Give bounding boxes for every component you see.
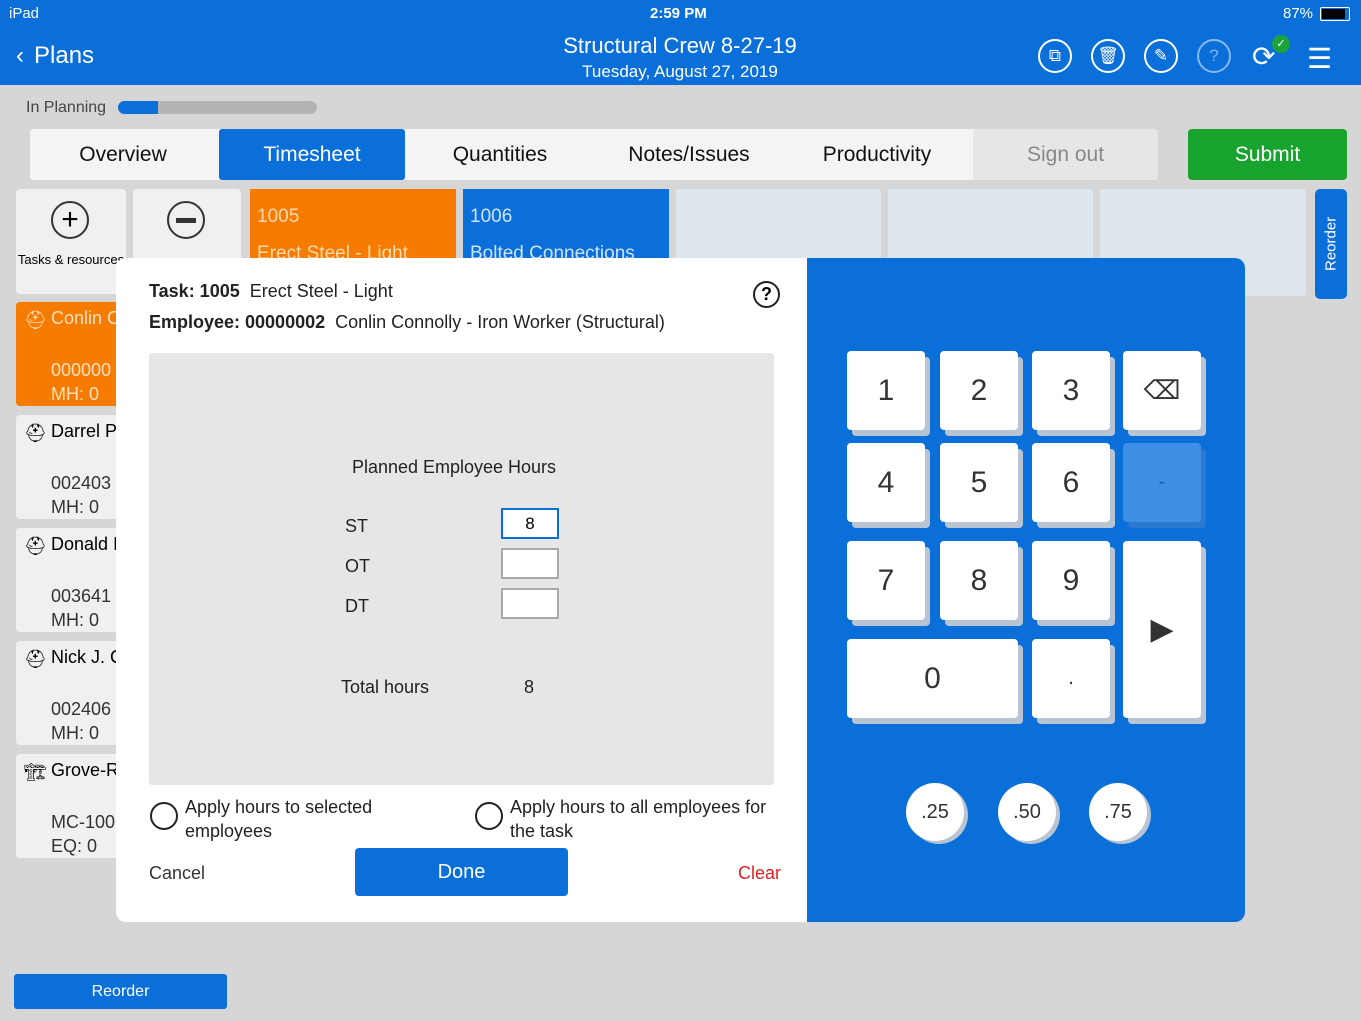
tasks-resources-button[interactable]: + Tasks & resources bbox=[16, 189, 126, 294]
st-label: ST bbox=[345, 516, 369, 536]
equipment-eq: EQ: 0 bbox=[51, 836, 98, 856]
key-6[interactable]: 6 bbox=[1032, 443, 1110, 522]
trash-icon[interactable]: 🗑 bbox=[1091, 39, 1125, 73]
back-label: Plans bbox=[34, 42, 95, 69]
employee-card[interactable]: ⛑ Donald I 003641 MH: 0 bbox=[16, 528, 126, 632]
tasks-resources-label: Tasks & resources bbox=[17, 252, 125, 267]
key-9[interactable]: 9 bbox=[1032, 541, 1110, 620]
hard-hat-icon: ⛑ bbox=[24, 649, 47, 669]
menu-icon[interactable]: ☰ bbox=[1307, 42, 1332, 75]
plus-icon: + bbox=[51, 201, 89, 239]
chevron-left-icon: ‹ bbox=[16, 42, 24, 69]
hard-hat-icon: ⛑ bbox=[24, 310, 47, 330]
employee-name: Conlin Connolly - Iron Worker (Structura… bbox=[335, 312, 665, 332]
equipment-name: Grove-R bbox=[51, 760, 120, 780]
equipment-card[interactable]: 🏗 Grove-R MC-100 EQ: 0 bbox=[16, 754, 126, 858]
minus-icon bbox=[167, 201, 205, 239]
employee-name: Darrel P. bbox=[51, 421, 120, 441]
progress-label: In Planning bbox=[26, 99, 107, 116]
page-title: Structural Crew 8-27-19 bbox=[563, 33, 797, 58]
tab-sign-out[interactable]: Sign out bbox=[973, 129, 1158, 180]
tab-timesheet[interactable]: Timesheet bbox=[219, 129, 405, 180]
dt-label: DT bbox=[345, 596, 369, 616]
crane-icon: 🏗 bbox=[24, 762, 47, 782]
employee-id: 000000 bbox=[51, 360, 112, 380]
task-code: 1006 bbox=[470, 206, 513, 227]
employee-card[interactable]: ⛑ Nick J. C 002406 MH: 0 bbox=[16, 641, 126, 745]
equipment-id: MC-100 bbox=[51, 812, 116, 832]
hard-hat-icon: ⛑ bbox=[24, 536, 47, 556]
hard-hat-icon: ⛑ bbox=[24, 423, 47, 443]
total-value: 8 bbox=[524, 677, 535, 697]
employee-mh: MH: 0 bbox=[51, 384, 100, 404]
employee-card[interactable]: ⛑ Darrel P. 002403 MH: 0 bbox=[16, 415, 126, 519]
backspace-icon: ⌫ bbox=[1143, 375, 1181, 405]
key-5[interactable]: 5 bbox=[940, 443, 1018, 522]
quick-050-button[interactable]: .50 bbox=[998, 783, 1056, 841]
key-3[interactable]: 3 bbox=[1032, 351, 1110, 430]
submit-button[interactable]: Submit bbox=[1188, 129, 1347, 180]
tab-notes-issues[interactable]: Notes/Issues bbox=[596, 129, 782, 180]
enter-key[interactable]: ▶ bbox=[1123, 541, 1201, 718]
employee-card[interactable]: ⛑ Conlin C 000000 MH: 0 bbox=[16, 302, 126, 406]
employee-name: Donald I bbox=[51, 534, 119, 554]
minus-key[interactable]: - bbox=[1123, 443, 1201, 522]
employee-id: 002406 bbox=[51, 699, 112, 719]
st-input[interactable]: 8 bbox=[501, 508, 559, 539]
apply-selected-label[interactable]: Apply hours to selected employees bbox=[185, 795, 375, 843]
key-2[interactable]: 2 bbox=[940, 351, 1018, 430]
edit-icon[interactable]: ✎ bbox=[1144, 39, 1178, 73]
hours-panel bbox=[149, 353, 774, 785]
backspace-key[interactable]: ⌫ bbox=[1123, 351, 1201, 430]
ot-input[interactable] bbox=[501, 548, 559, 579]
reorder-button[interactable]: Reorder bbox=[14, 974, 227, 1009]
done-button[interactable]: Done bbox=[355, 848, 568, 896]
employee-id: 003641 bbox=[51, 586, 112, 606]
employee-mh: MH: 0 bbox=[51, 497, 100, 517]
copy-icon[interactable]: ⧉ bbox=[1038, 39, 1072, 73]
tab-quantities[interactable]: Quantities bbox=[407, 129, 593, 180]
apply-selected-radio[interactable] bbox=[150, 802, 178, 830]
progress-bar bbox=[118, 101, 317, 114]
employee-id: 002403 bbox=[51, 473, 112, 493]
tab-productivity[interactable]: Productivity bbox=[784, 129, 970, 180]
task-name: Erect Steel - Light bbox=[249, 281, 393, 301]
check-badge-icon: ✓ bbox=[1272, 35, 1290, 53]
device-label: iPad bbox=[9, 5, 40, 22]
reorder-side-button[interactable]: Reorder bbox=[1315, 189, 1347, 299]
task-code: 1005 bbox=[257, 206, 300, 227]
dt-input[interactable] bbox=[501, 588, 559, 619]
employee-label: Employee: 00000002 bbox=[149, 312, 326, 332]
task-label: Task: 1005 bbox=[149, 281, 240, 301]
apply-all-radio[interactable] bbox=[475, 802, 503, 830]
key-1[interactable]: 1 bbox=[847, 351, 925, 430]
key-7[interactable]: 7 bbox=[847, 541, 925, 620]
employee-name: Nick J. C bbox=[51, 647, 123, 667]
quick-025-button[interactable]: .25 bbox=[906, 783, 964, 841]
apply-all-label[interactable]: Apply hours to all employees for the tas… bbox=[510, 795, 770, 843]
play-arrow-icon: ▶ bbox=[1150, 613, 1174, 646]
ot-label: OT bbox=[345, 556, 370, 576]
help-icon[interactable]: ? bbox=[753, 281, 780, 308]
help-icon[interactable]: ? bbox=[1197, 39, 1231, 73]
battery-percent: 87% bbox=[1283, 5, 1314, 22]
key-4[interactable]: 4 bbox=[847, 443, 925, 522]
employee-mh: MH: 0 bbox=[51, 723, 100, 743]
cancel-button[interactable]: Cancel bbox=[149, 863, 205, 884]
top-bar: iPad 2:59 PM 87% ‹ Plans Structural Crew … bbox=[0, 0, 1361, 85]
clear-button[interactable]: Clear bbox=[738, 863, 781, 884]
key-decimal[interactable]: . bbox=[1032, 639, 1110, 718]
tab-overview[interactable]: Overview bbox=[30, 129, 216, 180]
clock: 2:59 PM bbox=[650, 5, 707, 22]
key-0[interactable]: 0 bbox=[847, 639, 1018, 718]
total-label: Total hours bbox=[341, 677, 430, 697]
key-8[interactable]: 8 bbox=[940, 541, 1018, 620]
back-button[interactable]: ‹ Plans bbox=[16, 42, 94, 70]
employee-name: Conlin C bbox=[51, 308, 121, 328]
page-subtitle: Tuesday, August 27, 2019 bbox=[582, 62, 778, 81]
battery-icon bbox=[1320, 7, 1350, 21]
employee-mh: MH: 0 bbox=[51, 610, 100, 630]
section-title: Planned Employee Hours bbox=[351, 457, 557, 477]
quick-075-button[interactable]: .75 bbox=[1089, 783, 1147, 841]
